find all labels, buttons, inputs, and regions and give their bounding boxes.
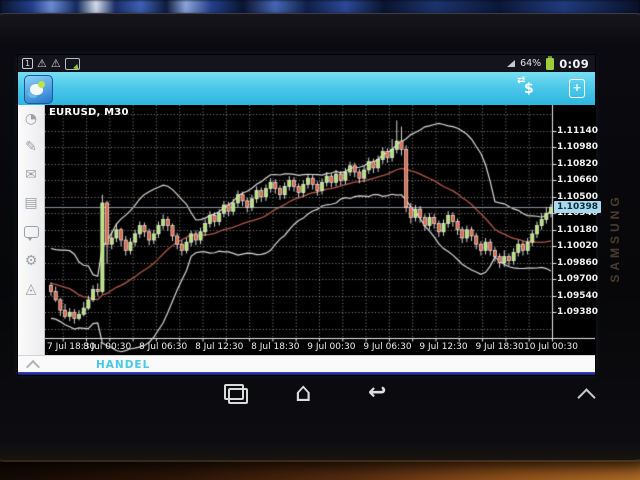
battery-icon <box>546 58 554 70</box>
price-chart: EURUSD, M30 1.11140 1.10980 1.10820 1.10660… <box>45 105 595 355</box>
y-axis-label: 1.09860 <box>557 258 598 268</box>
x-axis-label: 10 Jul 00:30 <box>524 342 578 352</box>
background-monitor-lights <box>0 0 640 14</box>
battery-percent: 64% <box>520 58 541 69</box>
draw-icon[interactable]: ✎ <box>25 140 37 155</box>
y-axis-label: 1.10660 <box>557 175 598 185</box>
status-left-icons: 1 ⚠ ⚠ <box>22 57 80 70</box>
x-axis-label: 9 Jul 00:30 <box>307 342 355 352</box>
quotes-icon[interactable]: ◔ <box>25 112 37 127</box>
samsung-logo: SAMSUNG <box>608 186 622 290</box>
x-axis-label: 9 Jul 18:30 <box>475 342 523 352</box>
y-axis-label: 1.09700 <box>557 274 598 284</box>
y-axis-label: 1.10500 <box>557 192 598 202</box>
notification-count-icon: 1 <box>22 58 33 69</box>
y-axis-label: 1.10980 <box>557 142 598 152</box>
chat-icon[interactable] <box>24 226 39 238</box>
sidebar-menu: ◔ ✎ ✉ ▤ ⚙ ◬ <box>18 105 45 355</box>
status-clock: 0:09 <box>559 57 589 71</box>
app-icon-shape <box>38 81 45 88</box>
signal-icon <box>507 60 515 67</box>
screen: 1 ⚠ ⚠ 64% 0:09 ⇄ $ + ◔ ✎ ✉ ▤ ⚙ ◬ <box>18 55 595 375</box>
new-order-icon[interactable]: ⇄ $ <box>519 79 537 97</box>
recent-apps-icon <box>224 384 244 400</box>
x-axis-label: 8 Jul 00:30 <box>83 342 131 352</box>
metatrader-app-icon[interactable] <box>24 75 53 104</box>
back-button[interactable]: ↩ <box>368 380 386 405</box>
warning-icon: ⚠ <box>37 58 47 69</box>
x-axis-label: 8 Jul 06:30 <box>139 342 187 352</box>
community-icon[interactable]: ◬ <box>26 282 37 297</box>
bottom-trade-bar: HANDEL <box>18 355 595 373</box>
x-axis-label: 9 Jul 12:30 <box>419 342 467 352</box>
chart-symbol-label: EURUSD, M30 <box>49 107 129 118</box>
x-axis-label: 9 Jul 06:30 <box>363 342 411 352</box>
trade-button[interactable]: HANDEL <box>96 359 150 371</box>
dollar-icon: $ <box>524 81 534 97</box>
status-right-icons: 64% 0:09 <box>507 57 589 70</box>
y-axis-label: 1.11140 <box>557 126 598 136</box>
current-price-tag: 1.10398 <box>554 201 601 213</box>
home-button[interactable]: ⌂ <box>295 378 312 408</box>
price-chart-canvas[interactable] <box>45 105 595 355</box>
x-axis-label: 8 Jul 12:30 <box>195 342 243 352</box>
y-axis-label: 1.10820 <box>557 159 598 169</box>
y-axis-label: 1.10020 <box>557 241 598 251</box>
screen-edge-divider <box>18 372 595 375</box>
app-header-bar: ⇄ $ + <box>18 72 595 105</box>
news-icon[interactable]: ▤ <box>24 196 37 211</box>
y-axis-label: 1.09540 <box>557 291 598 301</box>
screenshot-icon <box>65 58 80 70</box>
y-axis-label: 1.10180 <box>557 225 598 235</box>
warning-icon: ⚠ <box>51 58 61 69</box>
recent-apps-button[interactable] <box>228 388 248 404</box>
android-status-bar[interactable]: 1 ⚠ ⚠ 64% 0:09 <box>18 55 595 72</box>
y-axis-label: 1.09380 <box>557 307 598 317</box>
mail-icon[interactable]: ✉ <box>25 168 37 183</box>
new-chart-icon[interactable]: + <box>569 79 585 98</box>
settings-gear-icon[interactable]: ⚙ <box>25 254 38 269</box>
x-axis-label: 8 Jul 18:30 <box>251 342 299 352</box>
